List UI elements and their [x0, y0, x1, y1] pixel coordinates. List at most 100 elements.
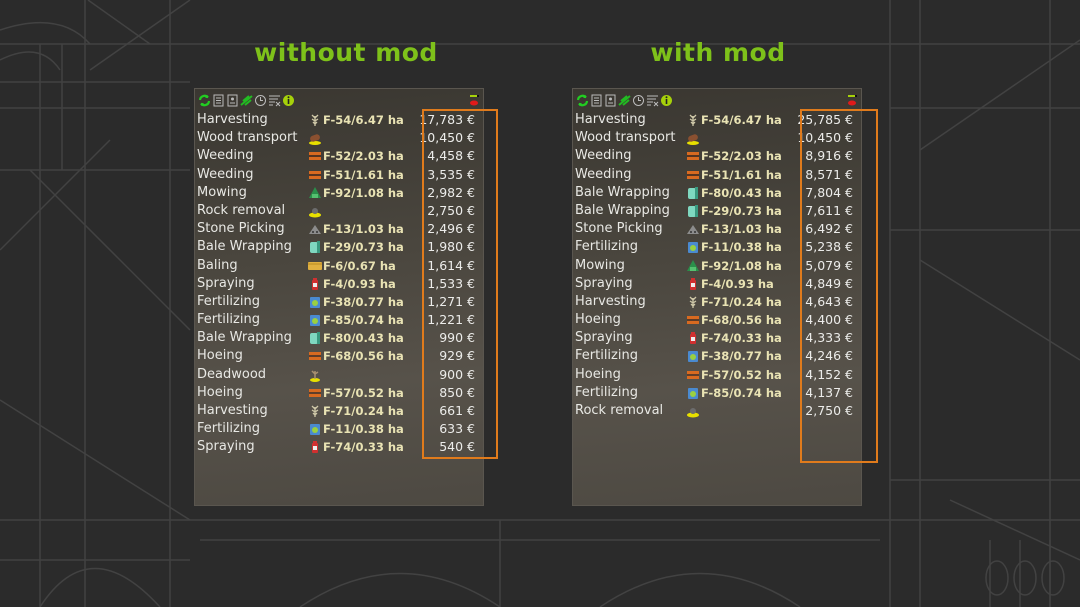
- job-field: F-74/0.33 ha: [701, 331, 782, 346]
- job-task: Wood transport: [575, 130, 676, 146]
- job-task: Weeding: [197, 148, 254, 164]
- job-field: F-52/2.03 ha: [323, 149, 404, 164]
- amount-highlight-box: [800, 109, 878, 463]
- job-task: Mowing: [197, 184, 247, 200]
- job-field: F-51/1.61 ha: [323, 167, 404, 182]
- job-field: F-71/0.24 ha: [323, 404, 404, 418]
- list-icon[interactable]: [590, 94, 603, 107]
- job-task: Bale Wrapping: [197, 239, 292, 255]
- weed-icon: [686, 149, 700, 163]
- list-icon[interactable]: [212, 94, 225, 107]
- job-task: Bale Wrapping: [575, 202, 670, 218]
- job-field: F-4/0.93 ha: [323, 276, 396, 291]
- fert-icon: [308, 422, 322, 436]
- job-field: F-11/0.38 ha: [701, 240, 782, 255]
- job-field: F-54/6.47 ha: [701, 113, 782, 127]
- weed-icon: [686, 313, 700, 327]
- title-with-mod: with mod: [650, 38, 786, 67]
- crop-icon[interactable]: [240, 94, 253, 107]
- job-task: Fertilizing: [197, 312, 260, 328]
- wrap-icon: [686, 186, 700, 200]
- harvest-icon: [308, 113, 322, 127]
- clear-filter-icon[interactable]: [646, 94, 659, 107]
- fert-icon: [308, 295, 322, 309]
- weed-icon: [308, 386, 322, 400]
- status-indicator-icon: [848, 95, 857, 106]
- spray-icon: [308, 277, 322, 291]
- job-field: F-74/0.33 ha: [323, 440, 404, 455]
- wrap-icon: [686, 204, 700, 218]
- job-field: F-57/0.52 ha: [323, 385, 404, 400]
- job-field: F-6/0.67 ha: [323, 258, 396, 273]
- job-task: Hoeing: [575, 366, 621, 382]
- job-task: Baling: [197, 257, 238, 273]
- job-field: F-85/0.74 ha: [323, 313, 404, 328]
- job-field: F-85/0.74 ha: [701, 385, 782, 400]
- rock-icon: [308, 204, 322, 218]
- job-task: Fertilizing: [197, 421, 260, 437]
- job-field: F-29/0.73 ha: [701, 203, 782, 218]
- harvest-icon: [686, 113, 700, 127]
- job-field: F-29/0.73 ha: [323, 240, 404, 255]
- job-field: F-54/6.47 ha: [323, 113, 404, 127]
- bale-icon: [308, 259, 322, 273]
- contract-icon[interactable]: [226, 94, 239, 107]
- job-field: F-71/0.24 ha: [701, 294, 782, 309]
- job-field: F-57/0.52 ha: [701, 367, 782, 382]
- refresh-icon[interactable]: [576, 94, 589, 107]
- job-field: F-80/0.43 ha: [323, 331, 404, 346]
- job-field: F-68/0.56 ha: [323, 349, 404, 364]
- deadwood-icon: [308, 368, 322, 382]
- job-task: Fertilizing: [575, 348, 638, 364]
- stone-icon: [308, 222, 322, 236]
- job-task: Fertilizing: [575, 384, 638, 400]
- job-task: Weeding: [197, 166, 254, 182]
- job-task: Spraying: [575, 275, 633, 291]
- fert-icon: [686, 240, 700, 254]
- job-field: F-38/0.77 ha: [701, 349, 782, 364]
- toolbar: [576, 93, 673, 107]
- job-field: F-13/1.03 ha: [701, 222, 782, 237]
- weed-icon: [308, 149, 322, 163]
- wood-icon: [308, 131, 322, 146]
- job-task: Rock removal: [197, 202, 286, 218]
- job-task: Harvesting: [197, 403, 268, 418]
- background-pattern: [0, 0, 1080, 607]
- clear-filter-icon[interactable]: [268, 94, 281, 107]
- contract-icon[interactable]: [604, 94, 617, 107]
- job-task: Harvesting: [575, 293, 646, 309]
- job-field: F-4/0.93 ha: [701, 276, 774, 291]
- job-task: Harvesting: [575, 112, 646, 127]
- job-field: F-80/0.43 ha: [701, 185, 782, 200]
- job-task: Harvesting: [197, 112, 268, 127]
- job-task: Hoeing: [197, 348, 243, 364]
- fert-icon: [686, 386, 700, 400]
- mow-icon: [308, 186, 322, 200]
- crop-icon[interactable]: [618, 94, 631, 107]
- job-task: Wood transport: [197, 130, 298, 146]
- amount-highlight-box: [422, 109, 498, 459]
- clock-icon[interactable]: [254, 94, 267, 107]
- toolbar: [198, 93, 295, 107]
- stone-icon: [686, 222, 700, 236]
- clock-icon[interactable]: [632, 94, 645, 107]
- info-icon[interactable]: [660, 94, 673, 107]
- job-task: Stone Picking: [197, 221, 285, 237]
- job-task: Mowing: [575, 257, 625, 273]
- job-task: Spraying: [197, 439, 255, 455]
- job-task: Fertilizing: [197, 293, 260, 309]
- job-field: F-68/0.56 ha: [701, 313, 782, 328]
- weed-icon: [308, 168, 322, 182]
- title-without-mod: without mod: [254, 38, 438, 67]
- wrap-icon: [308, 331, 322, 345]
- job-field: F-11/0.38 ha: [323, 422, 404, 437]
- info-icon[interactable]: [282, 94, 295, 107]
- job-task: Hoeing: [575, 312, 621, 328]
- wrap-icon: [308, 240, 322, 254]
- spray-icon: [686, 277, 700, 291]
- refresh-icon[interactable]: [198, 94, 211, 107]
- job-task: Deadwood: [197, 366, 267, 382]
- wood-icon: [686, 131, 700, 146]
- harvest-icon: [686, 295, 700, 309]
- weed-icon: [308, 349, 322, 363]
